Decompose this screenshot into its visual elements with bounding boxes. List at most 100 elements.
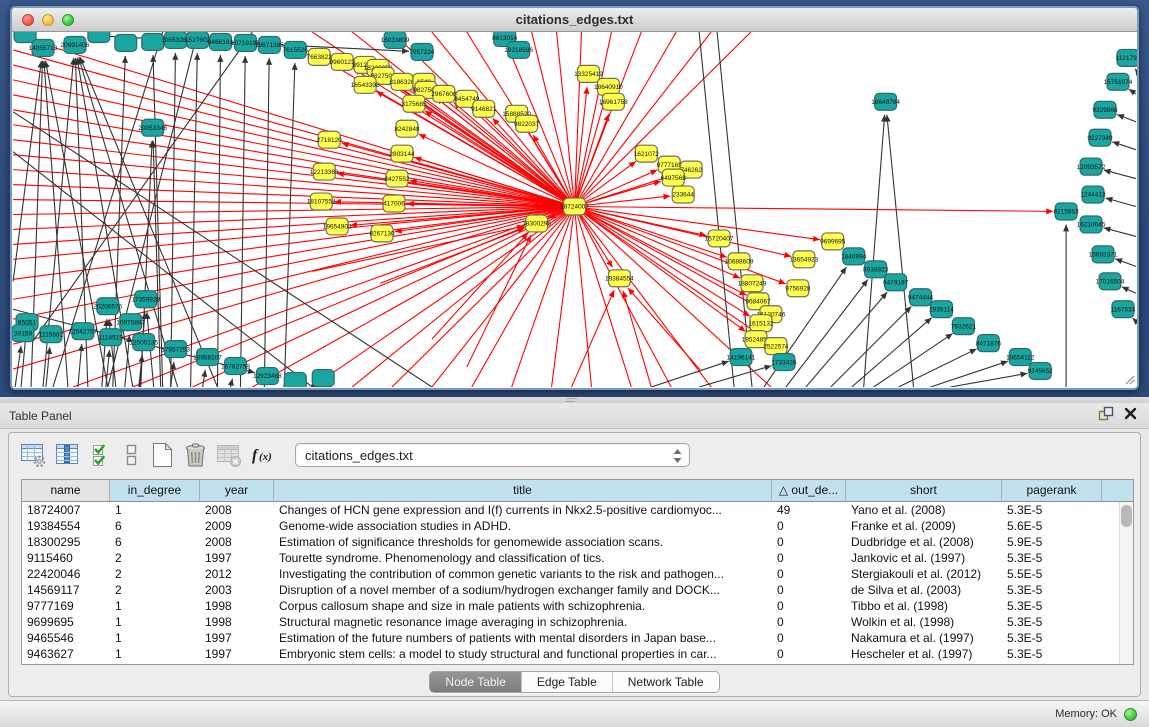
black-edge[interactable] [230,379,232,387]
black-edge[interactable] [950,373,1027,387]
graph-node-label: 17359928 [131,296,160,303]
table-toolbar: f(x) citations_edges.txt [9,433,1140,477]
tab-network-table[interactable]: Network Table [613,672,719,692]
graph-node-label: 417006 [383,201,405,208]
window-titlebar[interactable]: citations_edges.txt [12,8,1137,32]
table-row[interactable]: 1830029562008Estimation of significance … [22,534,1133,550]
graph-node-label: 12213363 [310,169,339,176]
graph-node[interactable] [312,370,334,387]
column-header-in_degree[interactable]: in_degree [110,480,200,502]
show-column-icon[interactable] [53,440,83,470]
black-edge[interactable] [1106,198,1136,206]
table-row[interactable]: 1456911722003Disruption of a novel membe… [22,582,1133,598]
black-edge[interactable] [1122,287,1136,294]
graph-node[interactable] [284,373,306,387]
black-edge[interactable] [1104,228,1136,237]
tab-edge-table[interactable]: Edge Table [522,672,613,692]
red-edge[interactable] [575,207,1054,212]
table-row[interactable]: 911546021997Tourette syndrome. Phenomeno… [22,550,1133,566]
black-edge[interactable] [171,53,176,387]
black-edge[interactable] [864,115,885,387]
cell-name: 9115460 [22,550,110,566]
black-edge[interactable] [203,370,206,387]
black-edge[interactable] [699,32,734,387]
table-row[interactable]: 2242004622012Investigating the contribut… [22,566,1133,582]
black-edge[interactable] [1104,170,1136,179]
select-rows-icon[interactable] [87,440,117,470]
vertical-scrollbar[interactable] [1119,502,1133,664]
new-table-icon[interactable] [147,440,177,470]
black-edge[interactable] [699,366,771,387]
black-edge[interactable] [13,112,432,387]
red-edge[interactable] [575,99,605,206]
graph-node-label: 1115682 [39,331,64,338]
table-row[interactable]: 977716911998Corpus callosum shape and si… [22,598,1133,614]
red-edge[interactable] [432,207,575,387]
scrollbar-thumb[interactable] [1121,505,1132,527]
cell-out_degree: 0 [772,598,846,614]
close-panel-icon[interactable] [1124,407,1137,425]
red-edge[interactable] [13,207,574,300]
resize-grip-icon[interactable] [1123,373,1135,385]
cell-title: Estimation of the future numbers of pati… [274,630,772,646]
attribute-table: namein_degreeyeartitle△ out_de...shortpa… [21,479,1134,665]
panel-splitter[interactable] [0,397,1149,403]
network-view-window[interactable]: citations_edges.txt 18724007766382299601… [10,6,1139,390]
black-edge[interactable] [1132,318,1135,321]
delete-rows-icon[interactable] [181,440,211,470]
graph-node-label: 10958107 [193,354,222,361]
table-row[interactable]: 946362711997Embryonic stem cells: a mode… [22,646,1133,662]
black-edge[interactable] [651,361,728,387]
tab-node-table[interactable]: Node Table [430,672,522,692]
cell-short: Nakamura et al. (1997) [846,630,1002,646]
column-header-pagerank[interactable]: pagerank [1002,480,1102,502]
black-edge[interactable] [887,115,914,387]
red-edge[interactable] [572,290,615,387]
graph-node-label: 19218596 [504,47,533,54]
float-window-icon[interactable] [1098,406,1114,426]
network-canvas[interactable]: 1872400776638229960123891295418226058982… [12,32,1137,387]
column-header-out_degree[interactable]: △ out_de... [772,480,846,502]
column-header-short[interactable]: short [846,480,1002,502]
graph-node-label: 18300295 [522,221,551,228]
table-row[interactable]: 1872400712008Changes of HCN gene express… [22,502,1133,518]
splitter-grip-icon[interactable] [565,398,577,402]
black-edge[interactable] [1129,89,1136,94]
table-selector-dropdown[interactable]: citations_edges.txt [295,443,690,467]
function-builder-icon[interactable]: f(x) [249,440,279,470]
cell-out_degree: 0 [772,614,846,630]
black-edge[interactable] [1112,142,1136,150]
red-edge[interactable] [467,235,531,367]
black-edge[interactable] [1115,259,1136,267]
table-row[interactable]: 946554611997Estimation of the future num… [22,630,1133,646]
red-edge[interactable] [312,207,574,387]
svg-text:(x): (x) [259,451,272,463]
cell-title: Estimation of significance thresholds fo… [274,534,772,550]
red-edge[interactable] [13,207,574,370]
column-header-name[interactable]: name [22,480,110,502]
row-height-icon[interactable] [121,440,143,470]
black-edge[interactable] [1117,114,1136,121]
graph-node[interactable] [115,34,137,51]
memory-indicator-icon[interactable] [1124,708,1137,721]
black-edge[interactable] [264,58,269,387]
column-header-year[interactable]: year [200,480,274,502]
red-edge[interactable] [628,288,701,371]
table-settings-icon[interactable] [19,440,49,470]
black-edge[interactable] [21,335,26,387]
table-row[interactable]: 1938455462009Genome-wide association stu… [22,518,1133,534]
red-edge[interactable] [512,207,575,387]
red-edge[interactable] [392,207,574,387]
column-header-title[interactable]: title [274,480,772,502]
table-row[interactable]: 969969511998Structural magnetic resonanc… [22,614,1133,630]
graph-node[interactable] [88,32,110,42]
cell-out_degree: 0 [772,518,846,534]
cell-year: 1998 [200,598,274,614]
black-edge[interactable] [806,292,887,387]
red-edge[interactable] [432,233,528,339]
red-edge[interactable] [575,32,712,207]
black-edge[interactable] [831,306,912,387]
black-edge[interactable] [1135,69,1136,70]
red-edge[interactable] [552,207,575,387]
graph-node-label: 9777169 [657,162,683,169]
